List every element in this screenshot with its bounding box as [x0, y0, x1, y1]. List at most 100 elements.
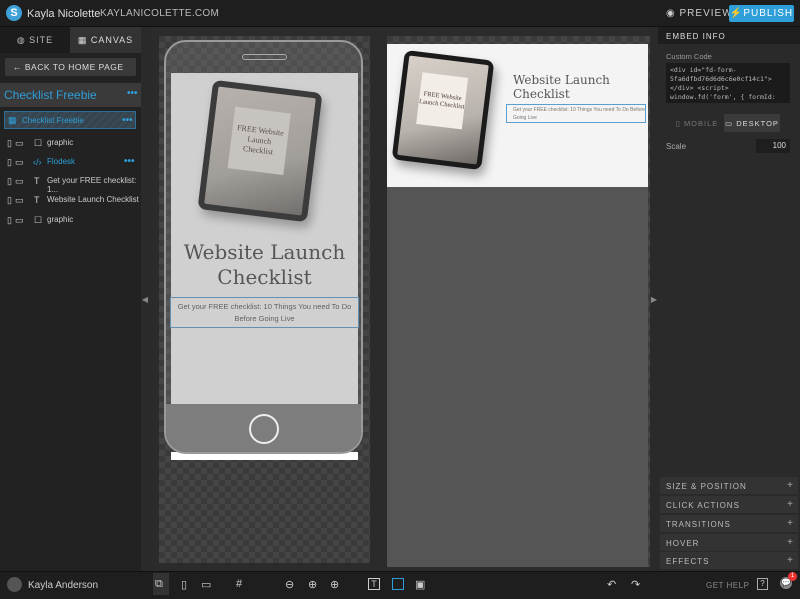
mobile-icon: ▯ [675, 118, 684, 128]
undo-icon[interactable]: ↶ [607, 578, 616, 591]
section-label: TRANSITIONS [666, 520, 731, 529]
desktop-icon: ▭ [15, 195, 24, 205]
layer-label: Website Launch Checklist [47, 195, 139, 204]
desktop-toggle[interactable]: ▭ DESKTOP [724, 114, 780, 132]
tablet-card-text: FREE Website Launch Checklist [416, 72, 469, 130]
site-url[interactable]: KAYLANICOLETTE.COM [100, 8, 219, 19]
collapse-left-handle[interactable]: ◀ [141, 27, 149, 571]
grid-icon[interactable]: # [236, 578, 242, 590]
layer-item-flodesk[interactable]: ▯ ▭ ‹/› Flodesk ••• [0, 153, 141, 171]
page-options-icon[interactable]: ••• [127, 88, 138, 99]
layer-label: Flodesk [47, 157, 76, 166]
tab-canvas-label: CANVAS [90, 35, 134, 45]
back-label: BACK TO HOME PAGE [24, 62, 124, 72]
section-label: CLICK ACTIONS [666, 501, 740, 510]
layer-item-graphic-2[interactable]: ▯ ▭ ☐ graphic [0, 211, 141, 229]
embed-info-header: EMBED INFO [658, 27, 800, 44]
chevron-right-icon: ▶ [650, 294, 658, 304]
desktop-view-icon[interactable]: ▭ [201, 578, 211, 591]
get-help-link[interactable]: GET HELP [706, 581, 749, 590]
globe-icon: ◍ [16, 34, 30, 45]
section-label: EFFECTS [666, 557, 710, 566]
phone-speaker [242, 54, 287, 60]
plus-icon: + [787, 518, 794, 529]
plus-icon: + [787, 499, 794, 510]
logo-icon[interactable]: S [6, 5, 22, 21]
desktop-graphic-tablet[interactable]: FREE Website Launch Checklist [391, 49, 495, 171]
add-image-icon[interactable]: ▣ [415, 578, 425, 591]
notification-badge: 1 [788, 572, 797, 581]
back-to-home-button[interactable]: ← BACK TO HOME PAGE [5, 58, 136, 76]
tab-site[interactable]: ◍ SITE [0, 27, 70, 53]
tab-site-label: SITE [29, 35, 54, 45]
desktop-icon: ▭ [725, 118, 737, 128]
left-panel [0, 27, 141, 571]
mobile-icon: ▯ [7, 195, 12, 205]
scale-input[interactable]: 100 [756, 139, 790, 153]
preview-label: PREVIEW [679, 8, 733, 19]
desktop-subtext[interactable]: Get your FREE checklist: 10 Things You n… [506, 104, 646, 123]
layer-item-checklist-freebie[interactable]: ▦ Checklist Freebie ••• [4, 111, 136, 129]
section-hover[interactable]: HOVER + [660, 534, 798, 551]
section-label: SIZE & POSITION [666, 482, 747, 491]
mobile-icon: ▯ [7, 138, 12, 148]
scale-label: Scale [666, 142, 687, 151]
mobile-icon: ▯ [7, 215, 12, 225]
layer-item-headline[interactable]: ▯ ▭ T Website Launch Checklist [0, 191, 141, 209]
eye-icon: ◉ [666, 8, 680, 19]
bolt-icon: ⚡ [729, 8, 744, 19]
plus-icon: + [787, 537, 794, 548]
avatar[interactable] [7, 577, 22, 592]
text-icon: T [34, 176, 40, 186]
publish-button[interactable]: ⚡ PUBLISH [729, 5, 794, 22]
zoom-in-icon[interactable]: ⊕ [308, 578, 317, 591]
mobile-toggle-label: MOBILE [683, 118, 719, 128]
multi-device-icon[interactable]: ⧉ [155, 578, 163, 591]
help-icon[interactable]: ? [757, 578, 768, 590]
layer-label: graphic [47, 138, 74, 147]
canvas-icon: ▦ [77, 34, 91, 45]
arrow-left-icon: ← [13, 62, 25, 72]
phone-home-button [249, 414, 279, 444]
add-text-icon[interactable]: T [368, 578, 380, 590]
mobile-icon: ▯ [7, 176, 12, 186]
tab-canvas[interactable]: ▦ CANVAS [70, 27, 141, 53]
section-effects[interactable]: EFFECTS + [660, 552, 798, 569]
add-box-icon[interactable] [392, 578, 404, 590]
section-click-actions[interactable]: CLICK ACTIONS + [660, 496, 798, 513]
mobile-icon: ▯ [7, 157, 12, 167]
desktop-toggle-label: DESKTOP [736, 118, 779, 128]
layer-item-subtext[interactable]: ▯ ▭ T Get your FREE checklist: 1... [0, 172, 141, 194]
desktop-icon: ▭ [15, 157, 24, 167]
plus-icon: + [787, 555, 794, 566]
desktop-headline[interactable]: Website Launch Checklist [513, 73, 633, 101]
plus-icon: + [787, 480, 794, 491]
desktop-icon: ▭ [15, 138, 24, 148]
custom-code-field[interactable]: <div id="fd-form- 5fa6dfbd76d6d6c6e0cf14… [666, 63, 790, 103]
section-size-position[interactable]: SIZE & POSITION + [660, 477, 798, 494]
mobile-view-icon[interactable]: ▯ [181, 578, 187, 591]
layer-options-icon[interactable]: ••• [122, 115, 133, 126]
container-icon: ▦ [8, 115, 17, 125]
layer-item-graphic[interactable]: ▯ ▭ ☐ graphic [0, 134, 141, 152]
redo-icon[interactable]: ↷ [631, 578, 640, 591]
layer-label: graphic [47, 215, 74, 224]
layer-label: Checklist Freebie [22, 116, 84, 125]
desktop-icon: ▭ [15, 176, 24, 186]
graphic-icon: ☐ [34, 215, 43, 225]
preview-button[interactable]: ◉ PREVIEW [666, 8, 733, 19]
section-transitions[interactable]: TRANSITIONS + [660, 515, 798, 532]
desktop-empty-area [387, 187, 648, 567]
code-icon: ‹/› [33, 157, 42, 167]
collapse-right-handle[interactable]: ▶ [650, 27, 658, 571]
zoom-fit-icon[interactable]: ⊕ [330, 578, 339, 591]
layer-options-icon[interactable]: ••• [124, 156, 135, 167]
mobile-toggle[interactable]: ▯ MOBILE [670, 114, 724, 132]
current-user-name: Kayla Anderson [28, 580, 99, 591]
zoom-out-icon[interactable]: ⊖ [285, 578, 294, 591]
page-title: Checklist Freebie [4, 88, 97, 102]
section-label: HOVER [666, 539, 700, 548]
chevron-left-icon: ◀ [141, 294, 149, 304]
phone-frame [164, 40, 363, 454]
text-icon: T [34, 195, 40, 205]
